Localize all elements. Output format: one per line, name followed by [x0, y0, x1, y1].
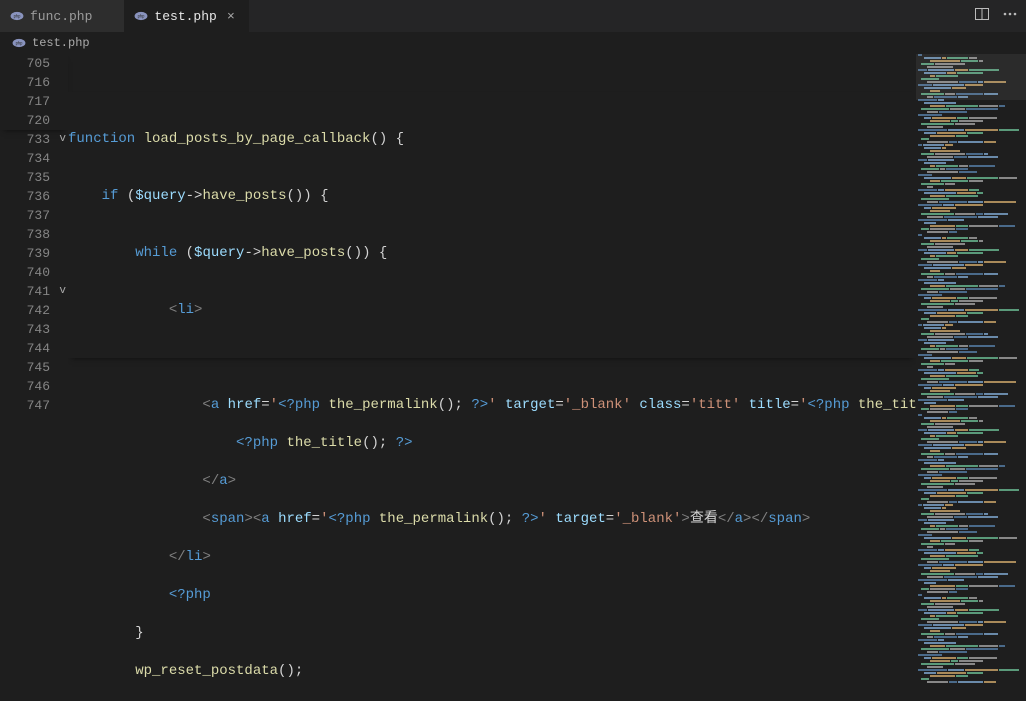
code-line: while ($query->have_posts()) {	[68, 244, 916, 263]
line-number: 740	[0, 263, 68, 282]
line-number: 735	[0, 168, 68, 187]
tab-test-php[interactable]: php test.php ×	[124, 0, 248, 32]
line-number: 734	[0, 149, 68, 168]
line-number: 705	[0, 54, 68, 73]
editor-actions	[974, 6, 1026, 27]
code-line: <?php	[68, 586, 916, 605]
svg-text:php: php	[138, 14, 146, 19]
breadcrumb-file: test.php	[32, 36, 90, 50]
more-actions-icon[interactable]	[1002, 6, 1018, 27]
code-line: </li>	[68, 548, 916, 567]
close-icon[interactable]: ×	[223, 9, 239, 24]
line-number: 743	[0, 320, 68, 339]
line-number: 741v	[0, 282, 68, 301]
line-number: 739	[0, 244, 68, 263]
code-line: if ($query->have_posts()) {	[68, 187, 916, 206]
code-line: <li>	[68, 301, 916, 320]
minimap-slider[interactable]	[916, 54, 1026, 100]
fold-icon[interactable]: v	[59, 130, 66, 149]
breadcrumb[interactable]: php test.php	[0, 32, 1026, 54]
tab-func-php[interactable]: php func.php ×	[0, 0, 124, 32]
tab-bar: php func.php × php test.php ×	[0, 0, 1026, 32]
gutter: 705 716 717 720 733v 734 735 736 737 738…	[0, 54, 68, 701]
split-editor-icon[interactable]	[974, 6, 990, 27]
code-lines[interactable]: function load_posts_by_page_callback() {…	[68, 54, 916, 701]
line-number: 736	[0, 187, 68, 206]
code-line: wp_reset_postdata();	[68, 662, 916, 681]
line-number: 742	[0, 301, 68, 320]
line-number: 737	[0, 206, 68, 225]
php-icon: php	[10, 9, 24, 23]
line-number: 738	[0, 225, 68, 244]
line-number: 744	[0, 339, 68, 358]
line-number: 745	[0, 358, 68, 377]
code-line: }	[68, 624, 916, 643]
php-icon: php	[12, 36, 26, 50]
line-number: 733v	[0, 130, 68, 149]
line-number: 747	[0, 396, 68, 415]
tab-label: func.php	[30, 9, 92, 24]
code-area[interactable]: 705 716 717 720 733v 734 735 736 737 738…	[0, 54, 916, 701]
svg-text:php: php	[14, 14, 22, 19]
tab-label: test.php	[154, 9, 216, 24]
line-number: 717	[0, 92, 68, 111]
code-line: function load_posts_by_page_callback() {	[68, 130, 916, 149]
svg-text:php: php	[16, 40, 24, 45]
fold-icon[interactable]: v	[59, 282, 66, 301]
code-line: <span><a href='<?php the_permalink(); ?>…	[68, 510, 916, 529]
code-line: <a href='<?php the_permalink(); ?>' targ…	[68, 396, 916, 415]
line-number: 716	[0, 73, 68, 92]
php-icon: php	[134, 9, 148, 23]
line-number: 746	[0, 377, 68, 396]
editor: 705 716 717 720 733v 734 735 736 737 738…	[0, 54, 1026, 701]
code-line: <?php the_title(); ?>	[68, 434, 916, 453]
code-line: </a>	[68, 472, 916, 491]
minimap[interactable]	[916, 54, 1026, 701]
line-number: 720	[0, 111, 68, 130]
